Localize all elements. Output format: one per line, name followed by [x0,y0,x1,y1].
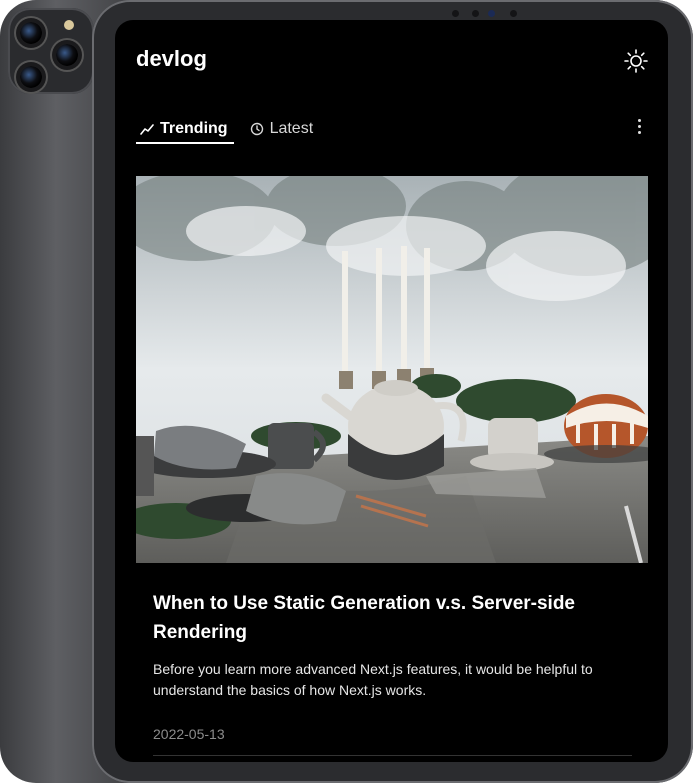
sun-icon [624,49,648,73]
more-vertical-icon [637,124,641,128]
divider [153,755,632,756]
tab-bar: Trending Latest [136,116,319,144]
camera-lens-icon [20,66,42,88]
tab-label: Latest [269,120,314,137]
post-title[interactable]: When to Use Static Generation v.s. Serve… [153,589,623,647]
tab-trending[interactable]: Trending [136,116,234,144]
flash-icon [64,20,74,30]
trending-icon [140,124,154,135]
app-screen: devlog Trending Latest When to Use Stati… [115,20,668,762]
more-options-button[interactable] [631,116,647,136]
more-vertical-icon [637,118,641,122]
post-thumbnail[interactable] [136,176,648,563]
front-camera-dot [488,10,495,17]
camera-lens-icon [56,44,78,66]
tab-latest[interactable]: Latest [246,116,320,142]
site-logo[interactable]: devlog [136,46,207,72]
sensor-dot [472,10,479,17]
sensor-dot [452,10,459,17]
post-description: Before you learn more advanced Next.js f… [153,661,593,698]
camera-module [8,8,94,94]
sensor-dot [510,10,517,17]
post-card[interactable]: When to Use Static Generation v.s. Serve… [136,176,648,742]
camera-lens-icon [20,22,42,44]
tab-label: Trending [160,120,228,137]
more-vertical-icon [637,130,641,134]
clock-icon [250,122,263,136]
sensor-bar [442,8,532,18]
theme-toggle-button[interactable] [623,48,649,74]
post-date: 2022-05-13 [153,726,225,742]
